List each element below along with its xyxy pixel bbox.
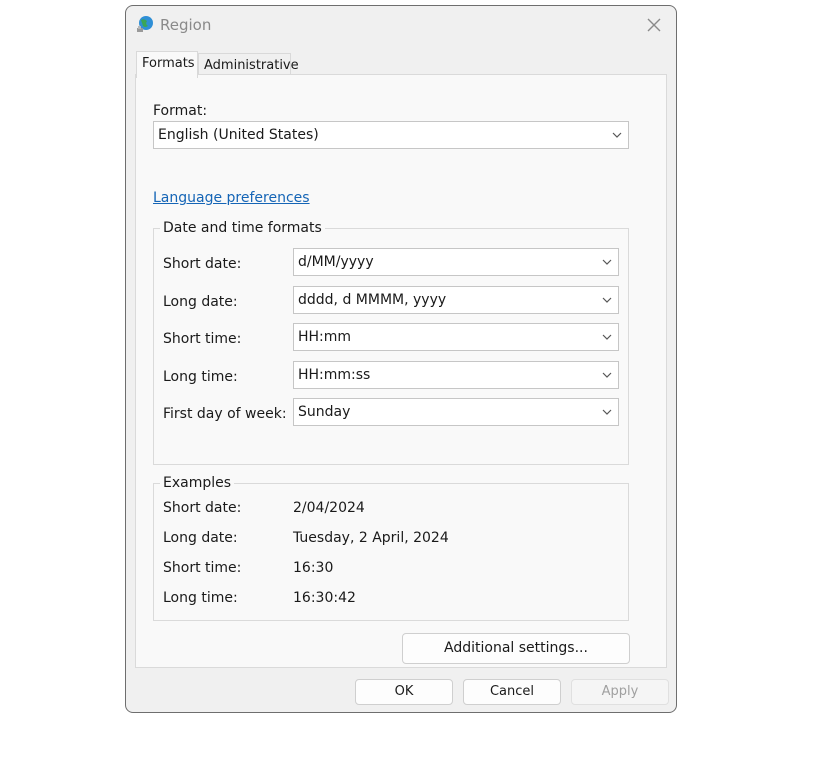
apply-button[interactable]: Apply [571, 679, 669, 705]
long-date-value: dddd, d MMMM, yyyy [298, 292, 447, 308]
language-preferences-link[interactable]: Language preferences [153, 190, 310, 206]
format-label: Format: [153, 103, 208, 119]
example-short-date-label: Short date: [163, 500, 242, 516]
short-time-select[interactable]: HH:mm [293, 323, 619, 351]
first-day-of-week-select[interactable]: Sunday [293, 398, 619, 426]
close-button[interactable] [642, 14, 666, 36]
short-date-select[interactable]: d/MM/yyyy [293, 248, 619, 276]
cancel-button[interactable]: Cancel [463, 679, 561, 705]
long-date-select[interactable]: dddd, d MMMM, yyyy [293, 286, 619, 314]
long-time-select[interactable]: HH:mm:ss [293, 361, 619, 389]
first-day-of-week-value: Sunday [298, 404, 351, 420]
tab-formats[interactable]: Formats [136, 51, 198, 78]
chevron-down-icon [612, 132, 622, 138]
example-long-time-value: 16:30:42 [293, 590, 356, 606]
long-time-value: HH:mm:ss [298, 367, 371, 383]
close-icon [647, 18, 661, 32]
tab-formats-label: Formats [142, 56, 195, 71]
examples-group: Examples Short date: 2/04/2024 Long date… [153, 475, 629, 621]
example-short-time-value: 16:30 [293, 560, 334, 576]
window-title: Region [160, 16, 212, 34]
format-select[interactable]: English (United States) [153, 121, 629, 149]
example-short-time-label: Short time: [163, 560, 242, 576]
globe-icon [135, 14, 155, 34]
long-time-label: Long time: [163, 369, 238, 385]
chevron-down-icon [602, 297, 612, 303]
example-long-time-label: Long time: [163, 590, 238, 606]
first-day-of-week-label: First day of week: [163, 406, 287, 422]
examples-title: Examples [160, 475, 235, 491]
example-short-date-value: 2/04/2024 [293, 500, 365, 516]
additional-settings-button[interactable]: Additional settings... [402, 633, 630, 664]
chevron-down-icon [602, 259, 612, 265]
chevron-down-icon [602, 334, 612, 340]
short-time-value: HH:mm [298, 329, 352, 345]
short-time-label: Short time: [163, 331, 242, 347]
tab-administrative-label: Administrative [204, 58, 299, 73]
chevron-down-icon [602, 372, 612, 378]
format-select-value: English (United States) [158, 127, 319, 143]
date-time-formats-title: Date and time formats [160, 220, 325, 236]
chevron-down-icon [602, 409, 612, 415]
example-long-date-label: Long date: [163, 530, 238, 546]
formats-panel: Format: English (United States) Language… [135, 74, 667, 668]
short-date-value: d/MM/yyyy [298, 254, 374, 270]
title-bar: Region [126, 6, 676, 44]
long-date-label: Long date: [163, 294, 238, 310]
example-long-date-value: Tuesday, 2 April, 2024 [293, 530, 449, 546]
region-dialog: Region Formats Administrative Format: En… [125, 5, 677, 713]
ok-button[interactable]: OK [355, 679, 453, 705]
date-time-formats-group: Date and time formats Short date: d/MM/y… [153, 220, 629, 465]
short-date-label: Short date: [163, 256, 242, 272]
